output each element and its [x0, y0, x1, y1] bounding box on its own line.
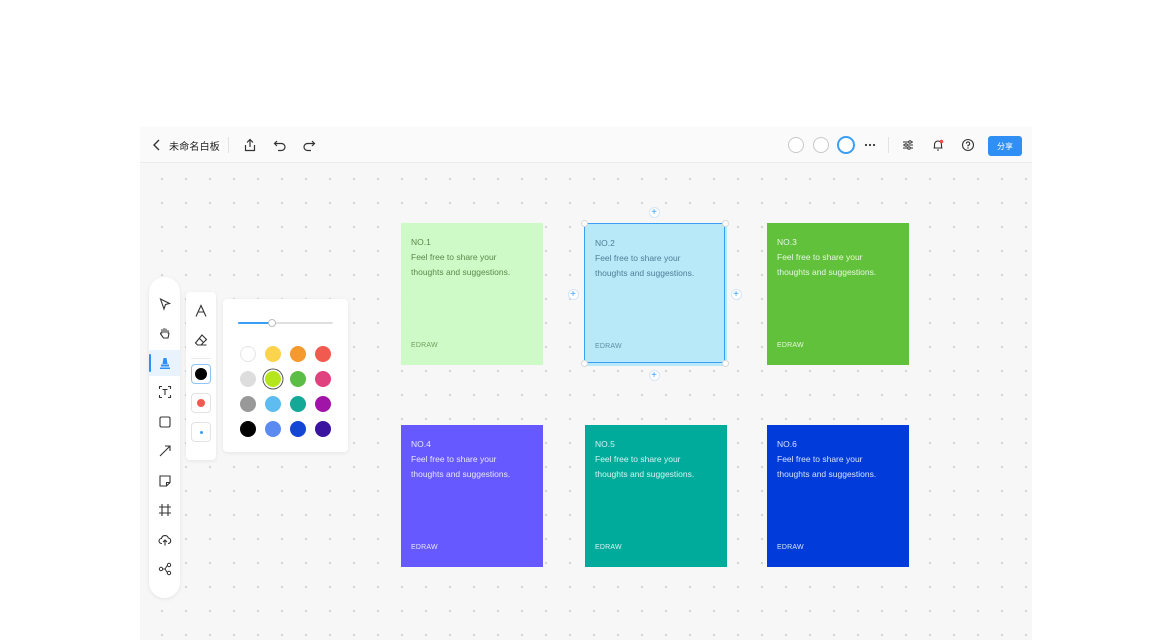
note-text: Feel free to share your thoughts and sug…: [777, 252, 877, 277]
stroke-color-red[interactable]: [191, 393, 211, 413]
note-brand: EDRAW: [411, 342, 438, 349]
hand-pan-icon[interactable]: [149, 320, 180, 346]
color-swatch[interactable]: [265, 346, 281, 362]
color-swatch[interactable]: [240, 421, 256, 437]
eraser-icon[interactable]: [191, 330, 211, 350]
frame-icon[interactable]: [149, 497, 180, 523]
board-canvas[interactable]: NO.1 Feel free to share your thoughts an…: [140, 163, 1032, 640]
note-number: NO.5: [595, 439, 615, 449]
color-swatch[interactable]: [290, 421, 306, 437]
rectangle-icon[interactable]: [149, 409, 180, 435]
resize-handle[interactable]: [721, 219, 729, 227]
share-button[interactable]: 分享: [988, 136, 1022, 156]
color-swatch[interactable]: [315, 396, 331, 412]
resize-handle[interactable]: [580, 219, 588, 227]
stroke-color-black[interactable]: [191, 364, 211, 384]
color-swatch[interactable]: [240, 371, 256, 387]
undo-icon[interactable]: [273, 138, 287, 152]
select-arrow-icon[interactable]: [149, 291, 180, 317]
note-brand: EDRAW: [595, 544, 622, 551]
settings-sliders-icon[interactable]: [901, 138, 915, 152]
slider-fill: [238, 322, 273, 324]
chevron-left-icon[interactable]: [150, 138, 164, 152]
color-swatch[interactable]: [315, 346, 331, 362]
note-text: Feel free to share your thoughts and sug…: [411, 252, 511, 277]
color-swatch[interactable]: [290, 346, 306, 362]
note-text: Feel free to share your thoughts and sug…: [595, 454, 695, 479]
mind-map-icon[interactable]: [149, 556, 180, 582]
pen-options-panel: [186, 292, 216, 460]
add-note-above-icon[interactable]: +: [648, 206, 660, 218]
add-note-below-icon[interactable]: +: [648, 369, 660, 381]
pen-icon[interactable]: [149, 350, 180, 376]
collaborator-avatar[interactable]: [788, 137, 804, 153]
whiteboard-app: 未命名白板 分享 NO.1 Feel free to share your th…: [140, 127, 1032, 640]
color-dot: [197, 399, 205, 407]
top-bar: 未命名白板 分享: [140, 127, 1032, 163]
redo-icon[interactable]: [302, 138, 316, 152]
note-text: Feel free to share your thoughts and sug…: [411, 454, 511, 479]
more-icon[interactable]: [863, 138, 877, 152]
divider: [191, 358, 211, 359]
selection-frame: [584, 223, 725, 363]
sticky-note[interactable]: NO.1 Feel free to share your thoughts an…: [401, 223, 543, 365]
sticky-note[interactable]: NO.3 Feel free to share your thoughts an…: [767, 223, 909, 365]
color-swatch[interactable]: [265, 421, 281, 437]
color-dot: [195, 368, 207, 380]
color-swatch[interactable]: [240, 396, 256, 412]
color-swatch[interactable]: [240, 346, 256, 362]
note-text: Feel free to share your thoughts and sug…: [777, 454, 877, 479]
notification-bell-icon[interactable]: [931, 138, 945, 152]
brush-size-small[interactable]: [191, 422, 211, 442]
resize-handle[interactable]: [580, 359, 588, 367]
pen-tip-icon[interactable]: [191, 301, 211, 321]
export-icon[interactable]: [243, 138, 257, 152]
board-title[interactable]: 未命名白板: [169, 138, 220, 153]
current-user-avatar[interactable]: [837, 136, 855, 154]
note-number: NO.6: [777, 439, 797, 449]
resize-handle[interactable]: [721, 359, 729, 367]
color-swatch[interactable]: [265, 396, 281, 412]
divider: [888, 137, 889, 153]
note-number: NO.4: [411, 439, 431, 449]
text-frame-icon[interactable]: [149, 379, 180, 405]
help-icon[interactable]: [961, 138, 975, 152]
note-brand: EDRAW: [411, 544, 438, 551]
note-number: NO.3: [777, 237, 797, 247]
color-swatch[interactable]: [315, 371, 331, 387]
collaborator-avatar[interactable]: [813, 137, 829, 153]
sticky-note[interactable]: NO.6 Feel free to share your thoughts an…: [767, 425, 909, 567]
sticky-note[interactable]: NO.5 Feel free to share your thoughts an…: [585, 425, 727, 567]
upload-cloud-icon[interactable]: [149, 527, 180, 553]
slider-knob[interactable]: [268, 319, 277, 327]
line-arrow-icon[interactable]: [149, 438, 180, 464]
size-dot: [199, 430, 203, 434]
divider: [228, 137, 229, 153]
sticky-note-icon[interactable]: [149, 468, 180, 494]
stroke-width-slider[interactable]: [238, 319, 333, 327]
color-swatch[interactable]: [290, 371, 306, 387]
add-note-right-icon[interactable]: +: [730, 288, 742, 300]
color-swatch[interactable]: [315, 421, 331, 437]
color-picker-panel: [223, 299, 348, 452]
color-swatch[interactable]: [290, 396, 306, 412]
note-brand: EDRAW: [777, 342, 804, 349]
color-swatch[interactable]: [265, 371, 281, 387]
tool-sidebar: [149, 277, 180, 598]
note-number: NO.1: [411, 237, 431, 247]
note-brand: EDRAW: [777, 544, 804, 551]
sticky-note[interactable]: NO.4 Feel free to share your thoughts an…: [401, 425, 543, 567]
add-note-left-icon[interactable]: +: [567, 288, 579, 300]
